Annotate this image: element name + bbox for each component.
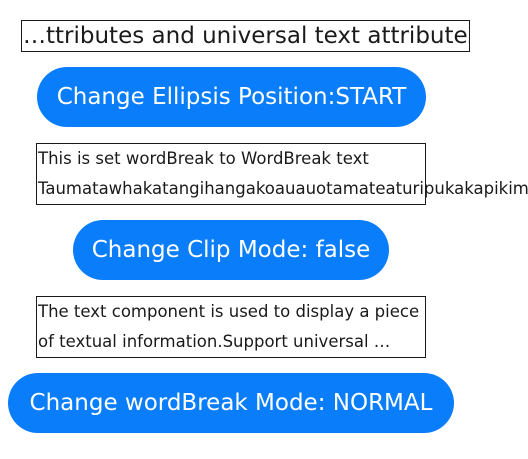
- clip-text-line-2: of textual information.Support universal…: [38, 332, 391, 351]
- change-clip-mode-button[interactable]: Change Clip Mode: false: [73, 220, 389, 280]
- ellipsis-text: …ttributes and universal text attributes…: [21, 20, 470, 52]
- clip-text-line-1: The text component is used to display a …: [38, 302, 420, 321]
- screen: …ttributes and universal text attributes…: [0, 0, 528, 459]
- change-ellipsis-position-button[interactable]: Change Ellipsis Position:START: [37, 67, 426, 127]
- wordbreak-text-line-1: This is set wordBreak to WordBreak text: [38, 149, 369, 168]
- wordbreak-text: This is set wordBreak to WordBreak text …: [36, 143, 528, 205]
- ellipsis-text-content: …ttributes and universal text attributes…: [23, 23, 470, 49]
- change-wordbreak-mode-button[interactable]: Change wordBreak Mode: NORMAL: [8, 373, 454, 433]
- clip-text: The text component is used to display a …: [36, 296, 426, 358]
- wordbreak-text-line-2: Taumatawhakatangihangakoauauotamateaturi…: [38, 179, 528, 198]
